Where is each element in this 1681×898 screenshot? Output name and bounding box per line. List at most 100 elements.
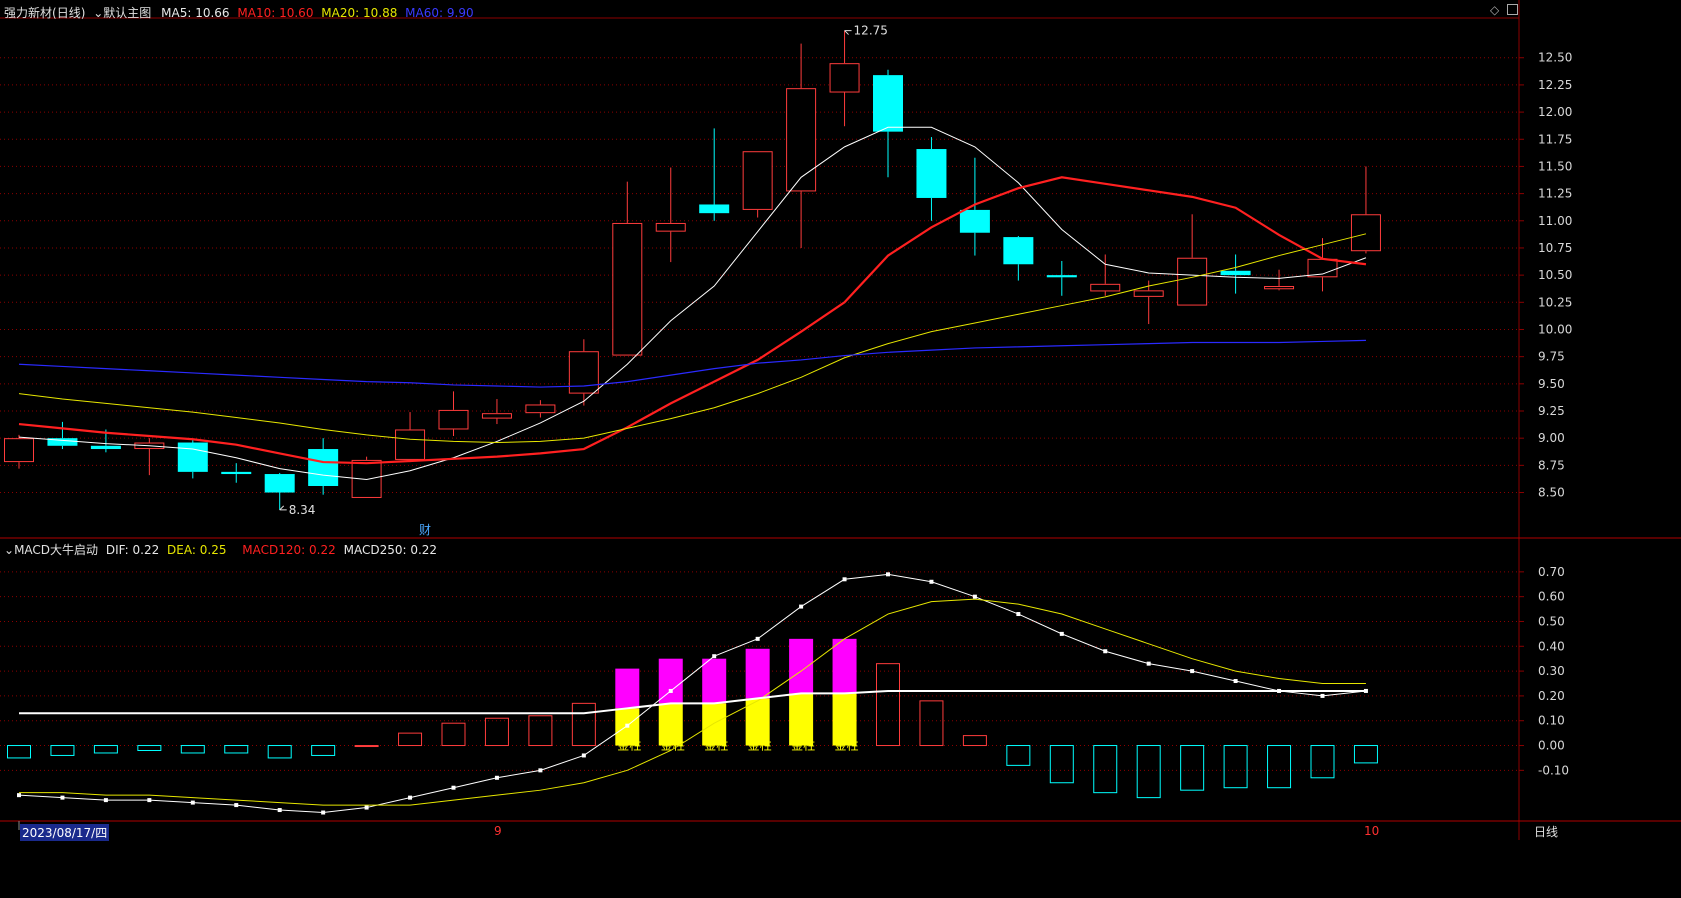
macd-y-tick-label: 0.10 <box>1538 714 1565 728</box>
golden-bar-label: 金柱 <box>835 738 859 753</box>
candle-body-up <box>481 413 512 419</box>
chevron-down-icon: ⌄ <box>4 543 15 557</box>
y-tick-label: 11.50 <box>1538 159 1572 173</box>
y-tick-label: 8.50 <box>1538 486 1565 500</box>
month-label-9: 9 <box>494 824 502 838</box>
dif-point <box>581 753 586 758</box>
dif-point <box>1277 688 1282 693</box>
dif-point <box>234 803 239 808</box>
candle-body-up <box>1177 257 1208 306</box>
financial-report-marker: 财 <box>419 523 431 537</box>
dif-point <box>1059 631 1064 636</box>
stock-chart[interactable]: 8.50 8.75 9.00 9.25 9.50 9.75 10.00 10.25 10.50 1… <box>0 0 1681 898</box>
y-tick-label: 11.75 <box>1538 132 1572 146</box>
candle-body-down <box>959 209 990 233</box>
dif-point <box>799 604 804 609</box>
candle-body-up <box>1133 290 1164 297</box>
y-tick-label: 8.75 <box>1538 458 1565 472</box>
macd-y-tick-label: 0.00 <box>1538 739 1565 753</box>
dif-point <box>147 798 152 803</box>
period-label: (日线) <box>52 6 86 20</box>
template-label: 默认主图 <box>103 6 152 20</box>
dif-readout: DIF: 0.22 <box>105 543 160 557</box>
candle-body-down <box>916 149 947 198</box>
macd-header: ⌄MACD大牛启动 DIF: 0.22 DEA: 0.25 MACD120: 0… <box>4 541 437 558</box>
macd-bar-magenta <box>615 668 640 709</box>
macd-bar-magenta <box>702 658 727 704</box>
macd-bar-negative <box>1310 745 1335 779</box>
dif-point <box>321 810 326 815</box>
macd-indicator-name[interactable]: ⌄MACD大牛启动 <box>4 543 98 557</box>
macd-bar-negative <box>1267 745 1292 789</box>
dif-point <box>1103 649 1108 654</box>
macd-y-tick-label: 0.70 <box>1538 565 1565 579</box>
y-tick-label: 9.75 <box>1538 350 1565 364</box>
y-tick-label: 12.25 <box>1538 78 1572 92</box>
dif-point <box>625 723 630 728</box>
candle-body-down <box>177 442 208 472</box>
dif-point <box>842 577 847 582</box>
dif-point <box>364 805 369 810</box>
macd-y-tick-label: 0.60 <box>1538 590 1565 604</box>
y-tick-label: 9.50 <box>1538 377 1565 391</box>
candle-body-down <box>873 75 903 132</box>
high-arrow <box>844 30 852 35</box>
candle-body-down <box>264 474 295 493</box>
macd-bar-negative <box>1136 745 1161 799</box>
macd-bar-negative <box>224 745 249 754</box>
main-chart-header: 强力新材(日线) ⌄默认主图 MA5: 10.66 MA10: 10.60 MA… <box>4 4 474 21</box>
dif-point <box>929 579 934 584</box>
dif-point <box>1146 661 1151 666</box>
template-dropdown[interactable]: ⌄默认主图 <box>93 6 151 20</box>
candle-body-down <box>90 445 121 450</box>
stock-name[interactable]: 强力新材 <box>4 6 52 20</box>
dif-point <box>1016 612 1021 617</box>
macd-bar-positive <box>354 745 379 748</box>
macd-bar-positive <box>919 700 944 747</box>
macd-bar-negative <box>7 745 31 759</box>
macd-bar-negative <box>1180 745 1205 791</box>
candle-body-up <box>612 222 643 356</box>
macd-bar-negative <box>1006 745 1031 766</box>
candle-body-up <box>829 63 860 93</box>
macd-y-tick-label: 0.50 <box>1538 614 1565 628</box>
dif-point <box>408 795 413 800</box>
y-tick-label: 11.25 <box>1538 187 1572 201</box>
macd250-readout: MACD250: 0.22 <box>343 543 438 557</box>
ma10-readout: MA10: 10.60 <box>237 6 314 20</box>
y-tick-label: 9.25 <box>1538 404 1565 418</box>
ma5-readout: MA5: 10.66 <box>161 6 230 20</box>
dif-point <box>972 594 977 599</box>
macd-line-macd120 <box>19 689 1366 715</box>
chevron-down-icon: ⌄ <box>93 6 104 20</box>
macd-bar-negative <box>137 745 162 751</box>
dif-point <box>755 636 760 641</box>
macd-line-dif <box>18 573 1367 814</box>
candle-body-down <box>1046 275 1077 278</box>
macd120-readout: MACD120: 0.22 <box>242 543 336 557</box>
candle-body-up <box>786 88 817 192</box>
macd-bar-magenta <box>745 648 770 699</box>
candle-body-up <box>395 429 426 460</box>
macd-bar-positive <box>398 732 423 747</box>
macd-bar-negative <box>1353 745 1378 764</box>
ma20-readout: MA20: 10.88 <box>321 6 398 20</box>
dif-point <box>190 800 195 805</box>
macd-y-tick-label: -0.10 <box>1538 763 1569 777</box>
date-cursor-label: 2023/08/17/四 <box>20 824 110 841</box>
macd-bar-positive <box>876 663 900 747</box>
macd-bar-positive <box>441 722 466 747</box>
golden-bar-label: 金柱 <box>791 738 815 753</box>
maximize-icon[interactable] <box>1507 4 1518 15</box>
period-button[interactable]: 日线 <box>1530 823 1562 840</box>
candle-body-up <box>568 351 599 394</box>
dif-point <box>1363 688 1368 693</box>
y-tick-label: 9.00 <box>1538 431 1565 445</box>
candle-body-up <box>525 404 556 414</box>
diamond-icon[interactable]: ◇ <box>1490 3 1499 17</box>
dif-point <box>494 775 499 780</box>
macd-bar-negative <box>93 745 118 754</box>
ma60-readout: MA60: 9.90 <box>405 6 474 20</box>
candle-body-down <box>308 449 339 486</box>
candle-body-up <box>438 409 469 430</box>
